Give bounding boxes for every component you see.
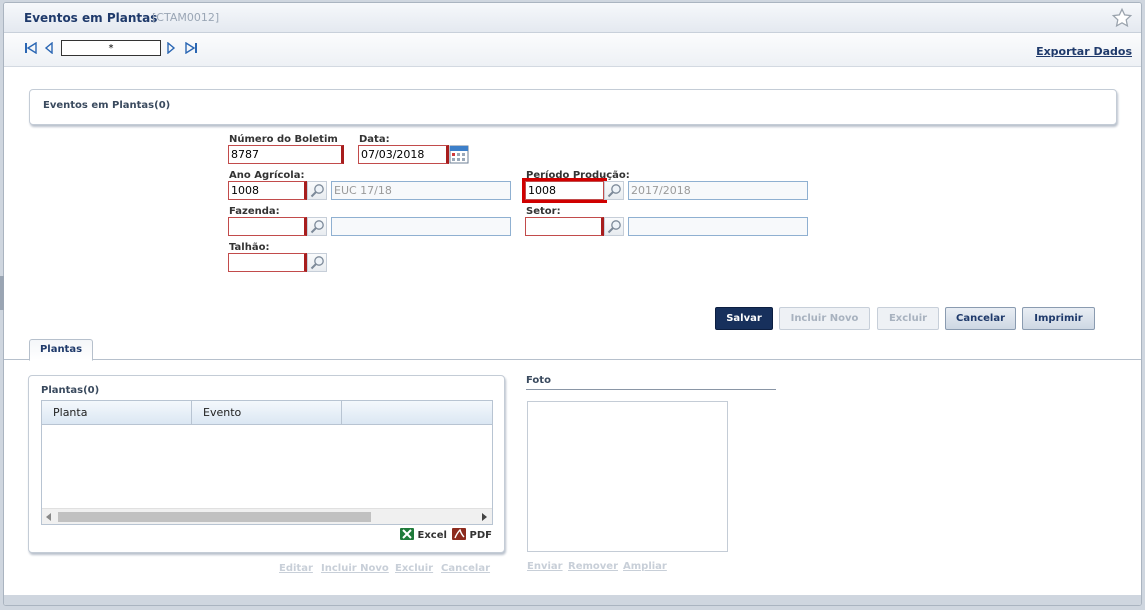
setor-description (628, 217, 808, 236)
calendar-icon[interactable] (449, 144, 469, 164)
group-header: Eventos em Plantas(0) (29, 89, 1117, 125)
data-label: Data: (359, 134, 390, 145)
fazenda-field[interactable] (228, 217, 307, 236)
column-header-evento[interactable]: Evento (192, 401, 342, 425)
scroll-left-icon[interactable] (46, 513, 52, 521)
talhao-search-icon[interactable] (307, 253, 327, 272)
plantas-grid: Planta Evento (41, 400, 493, 525)
screen-code: [CTAM0012] (152, 11, 220, 24)
print-button[interactable]: Imprimir (1022, 307, 1095, 330)
ano-agricola-label: Ano Agrícola: (229, 170, 305, 181)
record-position-input[interactable] (61, 40, 161, 56)
numero-boletim-label: Número do Boletim (229, 134, 338, 145)
navigation-toolbar: Exportar Dados (4, 33, 1141, 67)
photo-frame (527, 401, 728, 552)
save-button[interactable]: Salvar (715, 307, 773, 330)
periodo-producao-search-icon[interactable] (604, 181, 624, 200)
foto-title: Foto (526, 375, 551, 386)
delete-link[interactable]: Excluir (395, 563, 433, 574)
numero-boletim-field[interactable]: 8787 (228, 145, 344, 164)
pdf-icon (452, 528, 466, 540)
pdf-label: PDF (469, 530, 492, 541)
fazenda-label: Fazenda: (229, 206, 280, 217)
cancel-button[interactable]: Cancelar (945, 307, 1016, 330)
grid-header: Planta Evento (42, 401, 492, 425)
send-photo-link[interactable]: Enviar (527, 561, 563, 572)
previous-record-icon[interactable] (44, 41, 54, 57)
ano-agricola-field[interactable]: 1008 (228, 181, 307, 200)
periodo-producao-label: Período Produção: (526, 170, 630, 181)
talhao-field[interactable] (228, 253, 307, 272)
setor-field[interactable] (525, 217, 604, 236)
last-record-icon[interactable] (184, 41, 198, 57)
side-resize-handle[interactable] (0, 276, 4, 310)
group-title: Eventos em Plantas(0) (43, 100, 171, 111)
tab-strip (4, 358, 1141, 360)
setor-label: Setor: (526, 206, 561, 217)
next-record-icon[interactable] (166, 41, 176, 57)
remove-photo-link[interactable]: Remover (568, 561, 618, 572)
main-window: Eventos em Plantas [CTAM0012] Exportar D… (3, 2, 1142, 606)
bottom-bar (4, 595, 1141, 605)
first-record-icon[interactable] (24, 41, 38, 57)
plantas-panel: Plantas(0) Planta Evento Excel PDF (28, 375, 505, 553)
foto-divider (526, 389, 776, 390)
column-header-planta[interactable]: Planta (42, 401, 192, 425)
horizontal-scrollbar[interactable] (42, 508, 492, 524)
add-new-link[interactable]: Incluir Novo (321, 563, 389, 574)
periodo-producao-description: 2017/2018 (628, 181, 808, 200)
add-new-button[interactable]: Incluir Novo (779, 307, 870, 330)
setor-search-icon[interactable] (604, 217, 624, 236)
excel-label: Excel (417, 530, 447, 541)
export-pdf-link[interactable]: PDF (452, 528, 492, 541)
title-bar: Eventos em Plantas [CTAM0012] (4, 3, 1141, 33)
ano-agricola-description: EUC 17/18 (331, 181, 511, 200)
scrollbar-thumb[interactable] (58, 512, 371, 522)
periodo-producao-field[interactable]: 1008 (522, 178, 607, 203)
data-field[interactable]: 07/03/2018 (358, 145, 449, 164)
favorite-star-icon[interactable] (1111, 7, 1133, 32)
ano-agricola-search-icon[interactable] (307, 181, 327, 200)
excel-icon (400, 528, 414, 540)
export-excel-link[interactable]: Excel (400, 528, 447, 541)
zoom-photo-link[interactable]: Ampliar (623, 561, 667, 572)
fazenda-description (331, 217, 511, 236)
window-title: Eventos em Plantas (24, 11, 158, 25)
fazenda-search-icon[interactable] (307, 217, 327, 236)
cancel-link[interactable]: Cancelar (441, 563, 490, 574)
export-data-link[interactable]: Exportar Dados (1036, 45, 1132, 58)
plantas-title: Plantas(0) (41, 385, 100, 396)
delete-button[interactable]: Excluir (877, 307, 939, 330)
talhao-label: Talhão: (229, 242, 270, 253)
content-area: Eventos em Plantas(0) Número do Boletim … (4, 67, 1141, 597)
tab-plantas[interactable]: Plantas (29, 339, 93, 361)
edit-link[interactable]: Editar (279, 563, 313, 574)
scroll-right-icon[interactable] (482, 513, 488, 521)
